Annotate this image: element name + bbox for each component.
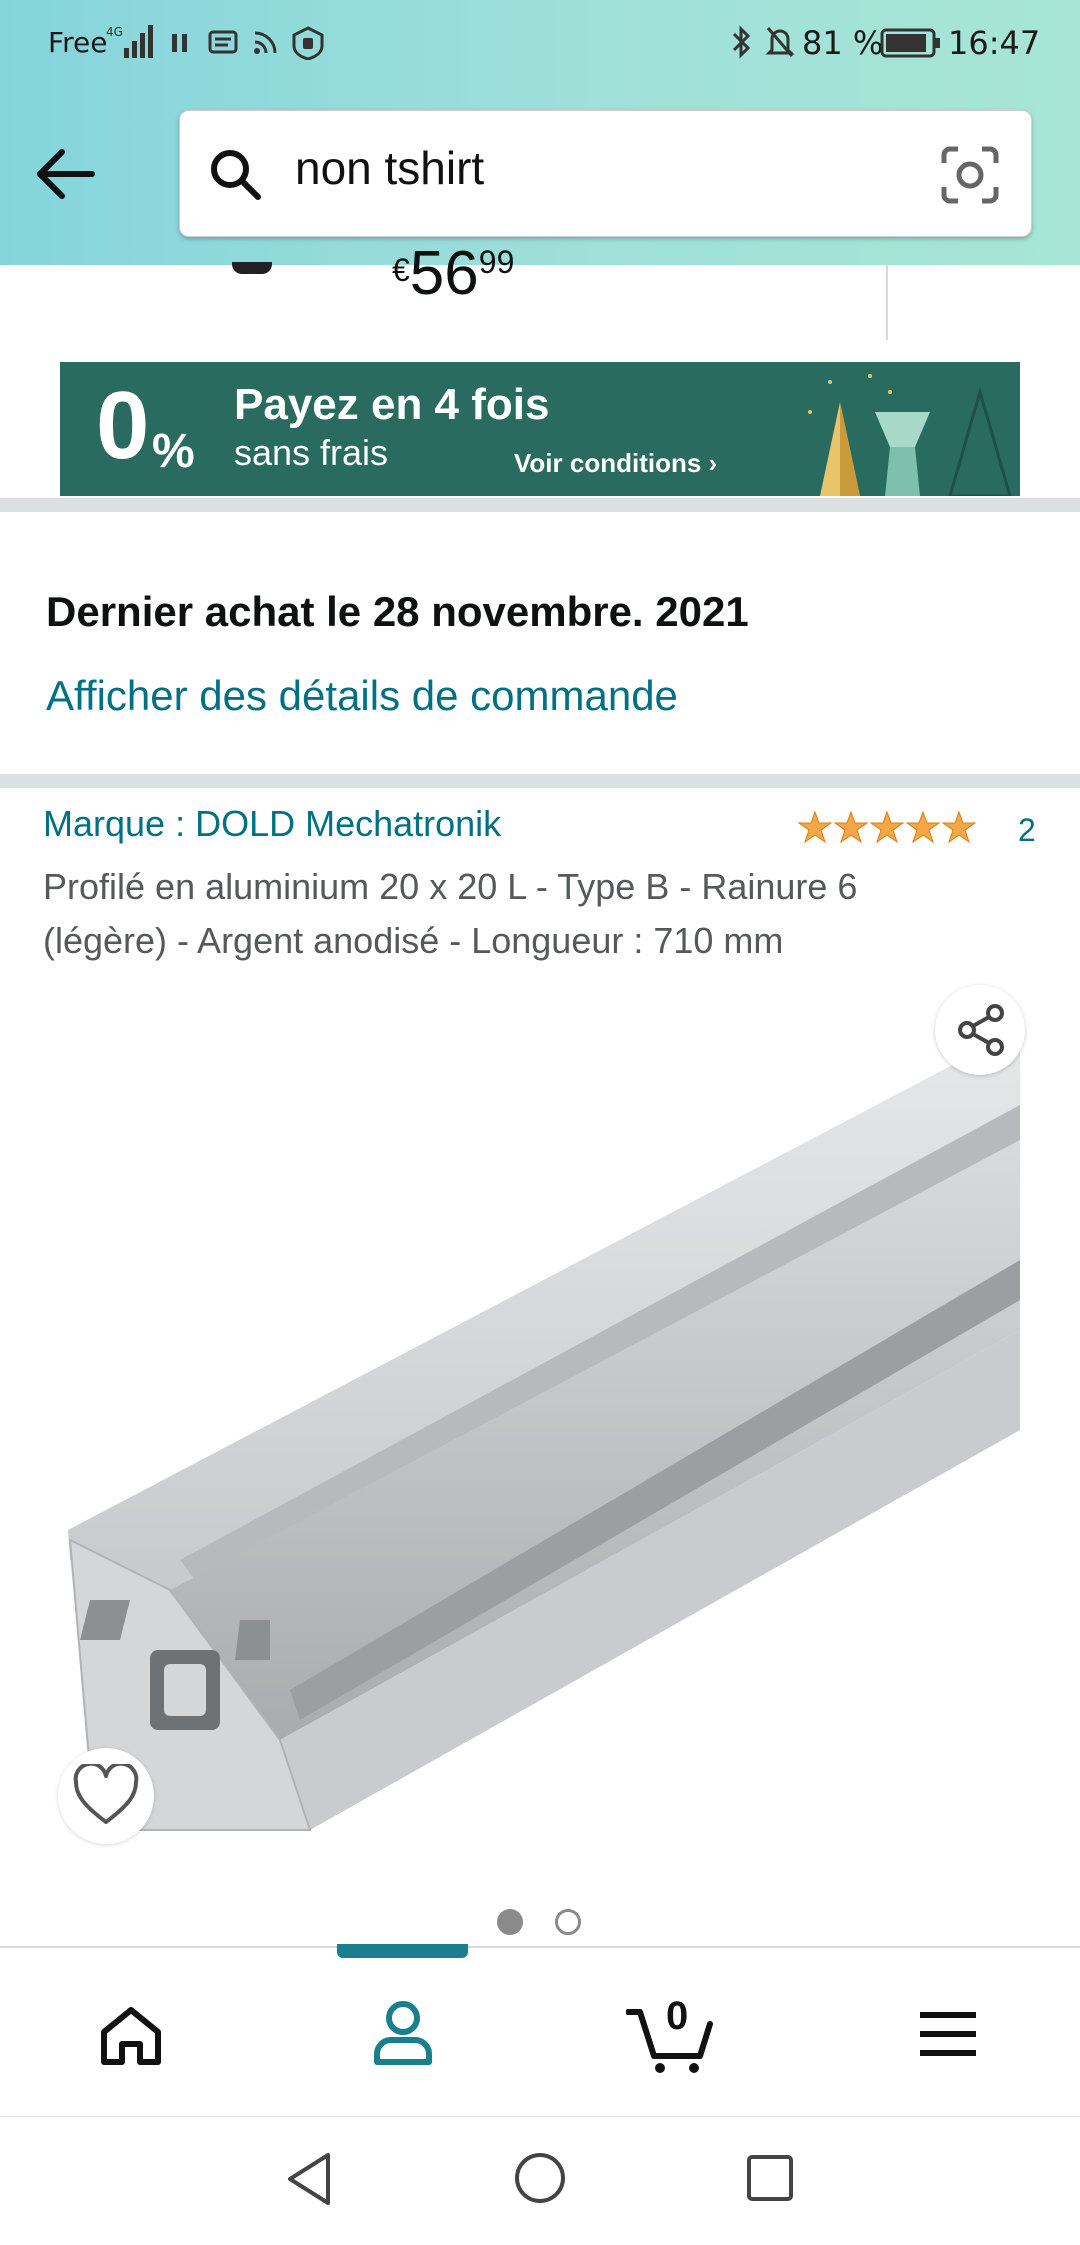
search-input[interactable]: non tshirt [295, 141, 484, 195]
price-fraction: 99 [478, 244, 515, 280]
divider-vertical [886, 265, 888, 340]
banner-headline: Payez en 4 fois [234, 380, 550, 429]
banner-percent: % [152, 425, 195, 478]
carousel-dot[interactable] [555, 1909, 581, 1935]
aluminium-profile-illustration [60, 1000, 1020, 1860]
search-icon [211, 150, 261, 200]
brand-link[interactable]: Marque : DOLD Mechatronik [43, 803, 501, 845]
home-icon[interactable] [98, 2004, 164, 2066]
banner-cta[interactable]: Voir conditions › [514, 448, 717, 479]
pause-icon [172, 34, 187, 52]
system-home-icon[interactable] [513, 2151, 567, 2205]
share-button[interactable] [935, 985, 1025, 1075]
signal-icon: 4G [106, 25, 153, 58]
message-icon [208, 30, 238, 54]
product-price: €5699 [392, 239, 515, 308]
section-divider [0, 498, 1080, 512]
battery-icon [880, 28, 940, 58]
app-header: Free 4G 81 % 16:47 non tshirt [0, 0, 1080, 265]
camera-scan-icon[interactable] [940, 145, 1000, 205]
banner-zero: 0 [96, 372, 150, 479]
status-bar: Free 4G 81 % 16:47 [0, 0, 1080, 86]
svg-text:4G: 4G [106, 25, 123, 39]
account-icon[interactable] [372, 2000, 434, 2066]
last-purchase-text: Dernier achat le 28 novembre. 2021 [46, 588, 749, 635]
section-divider [0, 774, 1080, 788]
menu-icon[interactable] [918, 2010, 978, 2058]
rating-count[interactable]: 2 [1018, 812, 1036, 849]
rss-icon [254, 31, 277, 54]
bluetooth-icon [732, 25, 751, 59]
bell-off-icon [765, 27, 795, 57]
wishlist-button[interactable] [58, 1748, 154, 1844]
promo-banner[interactable]: 0 % Payez en 4 fois sans frais Voir cond… [60, 362, 1020, 496]
active-tab-indicator [337, 1944, 468, 1958]
search-bar[interactable]: non tshirt [179, 110, 1032, 237]
system-recents-icon[interactable] [745, 2153, 795, 2203]
system-back-icon[interactable] [284, 2151, 334, 2207]
cart-count: 0 [666, 1994, 689, 2038]
order-details-link[interactable]: Afficher des détails de commande [46, 672, 678, 720]
shield-hand-icon [292, 26, 324, 60]
festive-decoration [808, 374, 1012, 496]
rating-stars[interactable] [797, 810, 977, 846]
bottom-nav-bar: 0 [0, 1944, 1080, 2118]
back-arrow-icon[interactable] [34, 148, 96, 200]
product-title[interactable]: Profilé en aluminium 20 x 20 L - Type B … [43, 860, 983, 968]
banner-subline: sans frais [234, 432, 389, 473]
clock: 16:47 [948, 24, 1041, 62]
battery-percent: 81 % [802, 24, 884, 62]
product-image[interactable] [60, 1000, 1020, 1860]
share-icon [958, 1004, 1004, 1056]
heart-icon [73, 1764, 139, 1824]
product-image-fragment [232, 262, 272, 274]
carrier-label: Free [48, 26, 108, 59]
carousel-dot-active[interactable] [497, 1909, 523, 1935]
system-nav-bar [0, 2116, 1080, 2245]
price-whole: 56 [409, 239, 479, 308]
